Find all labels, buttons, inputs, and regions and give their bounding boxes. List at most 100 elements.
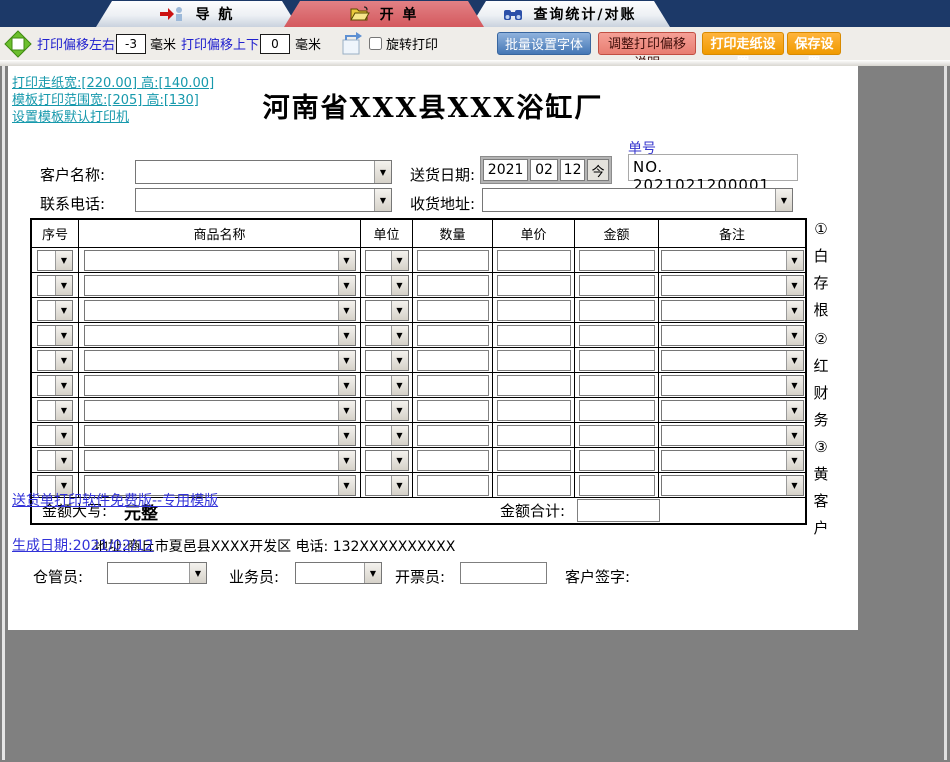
cell-select[interactable]: ▼: [37, 324, 73, 346]
cell-select[interactable]: ▼: [364, 349, 409, 371]
cell-select[interactable]: ▼: [37, 374, 73, 396]
amount-field[interactable]: [578, 449, 655, 471]
cell-select[interactable]: ▼: [660, 474, 804, 496]
cell-select[interactable]: ▼: [37, 299, 73, 321]
adjust-offset-button[interactable]: 调整打印偏移说明: [598, 32, 696, 71]
order-no-field[interactable]: NO. 2021021200001: [628, 154, 798, 194]
customer-select[interactable]: ▼: [135, 160, 392, 184]
batch-font-button[interactable]: 批量设置字体: [497, 32, 591, 55]
chevron-down-icon: ▼: [337, 300, 355, 320]
cell-select[interactable]: ▼: [660, 249, 804, 271]
qty-field[interactable]: [416, 349, 489, 371]
unit-price-field[interactable]: [496, 399, 571, 421]
paper-feed-button[interactable]: 打印走纸设置: [702, 32, 784, 71]
unit-price-field[interactable]: [496, 474, 571, 496]
cell-select[interactable]: ▼: [364, 249, 409, 271]
cell-select[interactable]: ▼: [364, 324, 409, 346]
qty-field[interactable]: [416, 374, 489, 396]
amount-total-field[interactable]: [577, 499, 660, 522]
unit-price-field[interactable]: [496, 324, 571, 346]
unit-price-field[interactable]: [496, 274, 571, 296]
cell-select[interactable]: ▼: [364, 474, 409, 496]
cell-select[interactable]: ▼: [364, 299, 409, 321]
qty-field[interactable]: [416, 399, 489, 421]
cell-select[interactable]: ▼: [660, 399, 804, 421]
amount-field[interactable]: [578, 349, 655, 371]
generated-date-link[interactable]: 生成日期:2021/02/12: [12, 535, 153, 555]
date-month-field[interactable]: 02: [530, 159, 558, 181]
cell-select[interactable]: ▼: [364, 274, 409, 296]
qty-field[interactable]: [416, 249, 489, 271]
cell-select[interactable]: ▼: [83, 349, 356, 371]
offset-tb-input[interactable]: [260, 34, 290, 54]
cell-select[interactable]: ▼: [83, 274, 356, 296]
chevron-down-icon: ▼: [55, 350, 72, 370]
chevron-down-icon: ▼: [390, 325, 408, 345]
unit-price-field[interactable]: [496, 249, 571, 271]
cell-select[interactable]: ▼: [83, 374, 356, 396]
rotate-print-checkbox[interactable]: [369, 37, 382, 50]
cell-select[interactable]: ▼: [83, 424, 356, 446]
unit-price-field[interactable]: [496, 374, 571, 396]
date-today-button[interactable]: 今: [587, 159, 610, 181]
amount-field[interactable]: [578, 299, 655, 321]
cell-select[interactable]: ▼: [37, 274, 73, 296]
cell-select[interactable]: ▼: [660, 424, 804, 446]
offset-lr-input[interactable]: [116, 34, 146, 54]
unit-price-field[interactable]: [496, 299, 571, 321]
cell-select[interactable]: ▼: [660, 349, 804, 371]
cell-select[interactable]: ▼: [37, 399, 73, 421]
chevron-down-icon: ▼: [785, 475, 803, 495]
cell-select[interactable]: ▼: [83, 449, 356, 471]
cell-select[interactable]: ▼: [364, 449, 409, 471]
delivery-date-label: 送货日期:: [410, 166, 476, 184]
cell-select[interactable]: ▼: [660, 274, 804, 296]
cell-select[interactable]: ▼: [83, 399, 356, 421]
cell-select[interactable]: ▼: [364, 424, 409, 446]
amount-field[interactable]: [578, 399, 655, 421]
cell-select[interactable]: ▼: [37, 249, 73, 271]
qty-field[interactable]: [416, 274, 489, 296]
cell-select[interactable]: ▼: [364, 374, 409, 396]
qty-field[interactable]: [416, 299, 489, 321]
cell-select[interactable]: ▼: [83, 299, 356, 321]
cell-select[interactable]: ▼: [83, 324, 356, 346]
tab-billing[interactable]: 开 单: [284, 1, 484, 27]
cell-select[interactable]: ▼: [37, 449, 73, 471]
amount-field[interactable]: [578, 274, 655, 296]
cell-select[interactable]: ▼: [364, 399, 409, 421]
tab-query-stats[interactable]: 查询统计/对账: [470, 1, 670, 27]
unit-price-field[interactable]: [496, 449, 571, 471]
qty-field[interactable]: [416, 324, 489, 346]
warehouse-keeper-select[interactable]: ▼: [107, 562, 207, 584]
save-settings-button[interactable]: 保存设置: [787, 32, 841, 71]
col-header: 数量: [412, 220, 492, 247]
copy-label-customer: ③黄客户: [813, 438, 829, 537]
table-header-row: 序号 商品名称 单位 数量 单价 金额 备注: [32, 220, 805, 247]
qty-field[interactable]: [416, 474, 489, 496]
phone-select[interactable]: ▼: [135, 188, 392, 212]
receive-address-select[interactable]: ▼: [482, 188, 793, 212]
free-version-link[interactable]: 送货单打印软件免费版--专用模版: [12, 490, 218, 510]
amount-field[interactable]: [578, 324, 655, 346]
amount-field[interactable]: [578, 249, 655, 271]
cell-select[interactable]: ▼: [660, 449, 804, 471]
cell-select[interactable]: ▼: [37, 424, 73, 446]
amount-field[interactable]: [578, 374, 655, 396]
cell-select[interactable]: ▼: [660, 324, 804, 346]
qty-field[interactable]: [416, 424, 489, 446]
qty-field[interactable]: [416, 449, 489, 471]
cell-select[interactable]: ▼: [660, 374, 804, 396]
date-year-field[interactable]: 2021: [483, 159, 529, 181]
cell-select[interactable]: ▼: [83, 249, 356, 271]
unit-price-field[interactable]: [496, 424, 571, 446]
cell-select[interactable]: ▼: [37, 349, 73, 371]
salesman-select[interactable]: ▼: [295, 562, 382, 584]
amount-field[interactable]: [578, 474, 655, 496]
amount-field[interactable]: [578, 424, 655, 446]
cell-select[interactable]: ▼: [660, 299, 804, 321]
date-day-field[interactable]: 12: [559, 159, 586, 181]
invoicer-field[interactable]: [460, 562, 547, 584]
tab-navigation[interactable]: 导 航: [96, 1, 298, 27]
unit-price-field[interactable]: [496, 349, 571, 371]
